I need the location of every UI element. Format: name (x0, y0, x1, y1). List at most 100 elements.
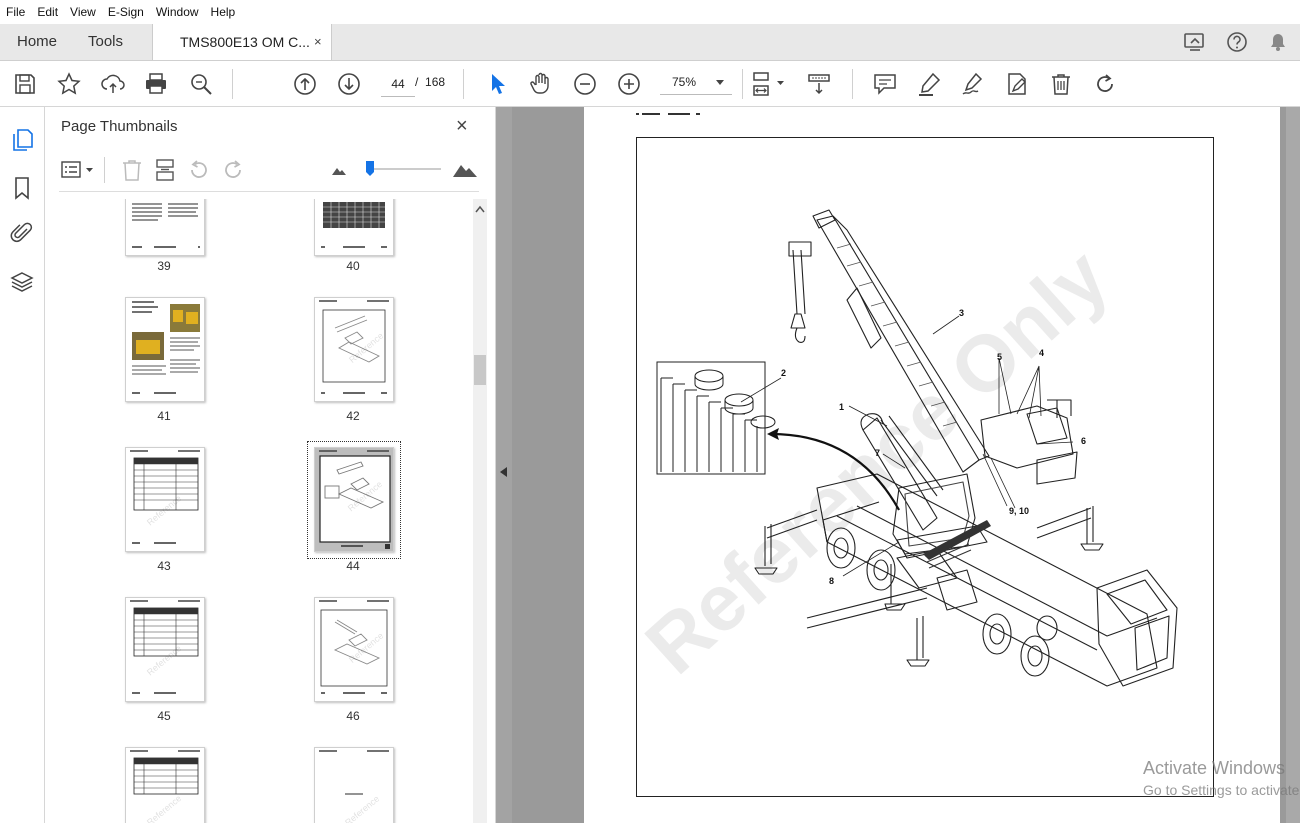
menu-bar: File Edit View E-Sign Window Help (0, 0, 1300, 24)
delete-page-icon[interactable] (120, 158, 144, 182)
edit-pdf-icon[interactable] (1004, 71, 1030, 97)
page-preview: Reference (319, 300, 389, 394)
insert-page-icon[interactable] (153, 158, 177, 182)
thumbnail-size-slider[interactable] (367, 168, 441, 170)
collapse-panel-handle[interactable] (496, 107, 512, 823)
thumbnail-options-icon[interactable] (60, 158, 98, 182)
zoom-in-icon[interactable] (616, 71, 642, 97)
callout-1: 1 (839, 402, 845, 412)
share-screen-icon[interactable] (1182, 29, 1208, 55)
collapse-arrow-icon (500, 467, 507, 477)
page-separator: / (415, 75, 419, 89)
thumbnail-page-47[interactable]: Reference (125, 747, 205, 823)
toolbar-separator (104, 157, 105, 183)
svg-text:Reference: Reference (145, 793, 183, 823)
tab-document[interactable]: TMS800E13 OM C... × (152, 24, 332, 60)
notifications-bell-icon[interactable] (1265, 29, 1291, 55)
page-down-icon[interactable] (336, 71, 362, 97)
callout-3: 3 (959, 308, 965, 318)
page-preview: Reference (319, 750, 389, 823)
bookmarks-icon[interactable] (9, 175, 35, 201)
toolbar-separator (742, 69, 743, 99)
rotate-right-icon[interactable] (221, 158, 245, 182)
menu-esign[interactable]: E-Sign (102, 0, 150, 24)
highlight-pen-icon[interactable] (916, 71, 942, 97)
zoom-out-icon[interactable] (572, 71, 598, 97)
thumbnail-page-46[interactable]: Reference (314, 597, 394, 702)
tab-bar: Home Tools TMS800E13 OM C... × (0, 24, 1300, 61)
thumbnail-label: 42 (346, 409, 360, 423)
thumbnail-page-48[interactable]: Reference (314, 747, 394, 823)
layers-icon[interactable] (9, 269, 35, 295)
select-cursor-icon[interactable] (484, 71, 510, 97)
attachments-icon[interactable] (9, 220, 35, 246)
svg-text:Reference: Reference (347, 631, 385, 665)
zoom-level-select[interactable]: 75% (660, 72, 732, 95)
large-thumbnail-icon[interactable] (452, 159, 478, 179)
document-scrollbar[interactable] (1286, 107, 1300, 823)
callout-9-10: 9, 10 (1009, 506, 1030, 516)
thumbnail-scrollbar[interactable] (473, 199, 487, 823)
menu-edit[interactable]: Edit (31, 0, 64, 24)
thumbnail-page-42[interactable]: Reference (314, 297, 394, 402)
toolbar-separator (463, 69, 464, 99)
rotate-left-icon[interactable] (187, 158, 211, 182)
callout-7: 7 (875, 448, 881, 458)
tab-home[interactable]: Home (17, 24, 57, 60)
thumbnail-page-43[interactable]: Reference (125, 447, 205, 552)
document-viewer: Reference Only 3 4 5 2 1 6 7 9, 10 8 (496, 107, 1300, 823)
menu-help[interactable]: Help (205, 0, 242, 24)
thumbnail-toolbar (45, 151, 495, 189)
navigation-rail (0, 107, 45, 823)
small-thumbnail-icon[interactable] (331, 163, 347, 177)
thumbnail-list: 39 40 41 Reference 42 Reference 43 Refer… (45, 199, 473, 823)
help-icon[interactable] (1224, 29, 1250, 55)
scroll-up-icon[interactable] (475, 205, 485, 213)
callout-6: 6 (1081, 436, 1087, 446)
zoom-search-icon[interactable] (188, 71, 214, 97)
print-icon[interactable] (143, 71, 169, 97)
delete-icon[interactable] (1048, 71, 1074, 97)
sign-icon[interactable] (960, 71, 986, 97)
toolbar-separator (852, 69, 853, 99)
slider-handle[interactable] (365, 160, 375, 177)
page-preview: Reference (130, 600, 200, 694)
menu-view[interactable]: View (64, 0, 102, 24)
activate-windows-subtitle: Go to Settings to activate (1143, 782, 1300, 798)
thumbnail-page-44[interactable]: Reference (314, 447, 394, 552)
thumbnail-page-45[interactable]: Reference (125, 597, 205, 702)
pdf-page: Reference Only 3 4 5 2 1 6 7 9, 10 8 (584, 107, 1280, 823)
menu-window[interactable]: Window (150, 0, 205, 24)
thumbnail-page-41[interactable] (125, 297, 205, 402)
comment-icon[interactable] (872, 71, 898, 97)
hand-icon[interactable] (528, 71, 554, 97)
rotate-icon[interactable] (1092, 71, 1118, 97)
svg-text:Reference: Reference (347, 331, 385, 365)
crane-illustration: Reference Only (629, 209, 1178, 691)
scrollbar-thumb[interactable] (474, 355, 486, 385)
panel-divider (59, 191, 479, 192)
save-icon[interactable] (12, 71, 38, 97)
svg-text:Reference: Reference (145, 643, 183, 677)
thumbnail-label: 44 (346, 559, 360, 573)
menu-file[interactable]: File (0, 0, 31, 24)
tab-tools[interactable]: Tools (88, 24, 123, 60)
close-panel-icon[interactable]: × (456, 115, 468, 138)
thumbnail-label: 41 (157, 409, 171, 423)
thumbnail-label: 39 (157, 259, 171, 273)
page-number-input[interactable] (381, 72, 415, 97)
upload-icon[interactable] (100, 71, 126, 97)
page-up-icon[interactable] (292, 71, 318, 97)
bookmark-star-icon[interactable] (56, 71, 82, 97)
close-tab-icon[interactable]: × (314, 24, 322, 60)
thumbnail-page-40[interactable] (314, 199, 394, 256)
scroll-mode-icon[interactable] (806, 71, 832, 97)
crane-figure: Reference Only 3 4 5 2 1 6 7 9, 10 8 (629, 137, 1214, 797)
page-thumbnails-icon[interactable] (9, 127, 35, 153)
page-preview: Reference (130, 450, 200, 544)
fit-page-icon[interactable] (750, 71, 788, 97)
callout-2: 2 (781, 368, 787, 378)
thumbnail-page-39[interactable] (125, 199, 205, 256)
cut-off-heading (634, 107, 754, 115)
page-preview: Reference (319, 600, 389, 694)
